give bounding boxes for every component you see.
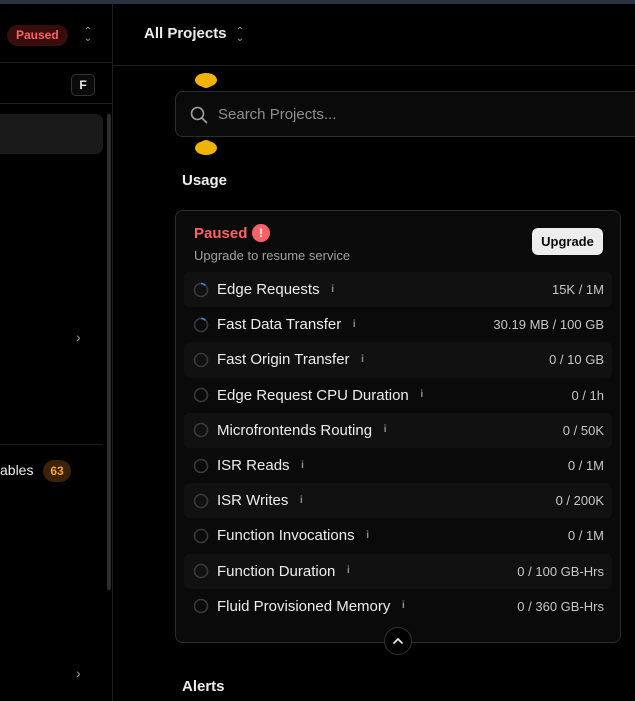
usage-metric-label: Microfrontends Routing [217, 421, 373, 439]
usage-metric-row[interactable]: ISR Writes i 0 / 200K [184, 483, 612, 519]
progress-ring-icon [193, 493, 209, 509]
usage-metric-value: 0 / 360 GB-Hrs [517, 598, 604, 614]
usage-metric-value: 0 / 1M [567, 528, 604, 544]
info-icon[interactable]: i [364, 530, 372, 541]
usage-metric-label: Fast Data Transfer [217, 316, 342, 334]
info-icon[interactable]: i [381, 425, 389, 435]
team-switcher-chevron-icon[interactable]: ⌃ ⌄ [82, 27, 94, 44]
shortcut-key: F [71, 74, 95, 96]
sidebar-divider [0, 103, 113, 104]
usage-metric-row[interactable]: Edge Request CPU Duration i 0 / 1h [184, 378, 612, 413]
status-title: Paused [194, 225, 248, 242]
usage-metric-value: 0 / 100 GB-Hrs [517, 563, 604, 579]
info-icon[interactable]: i [359, 354, 367, 365]
top-header: All Projects ⌃ ⌄ [113, 4, 635, 66]
usage-section-title: Usage [182, 172, 228, 189]
usage-metric-row[interactable]: Microfrontends Routing i 0 / 50K [184, 412, 612, 448]
progress-ring-icon [193, 458, 209, 473]
usage-metric-label: Edge Request CPU Duration [217, 386, 409, 404]
progress-ring-icon [193, 423, 209, 438]
usage-metric-label: Function Invocations [217, 527, 355, 545]
cursor-blob-icon [195, 140, 217, 155]
sidebar: Paused ⌃ ⌄ F › ables 63 › [0, 4, 113, 701]
usage-metric-label: ISR Reads [217, 457, 290, 475]
status-badge: Paused [7, 25, 68, 46]
usage-metric-label: Function Duration [217, 562, 336, 580]
usage-metric-row[interactable]: Fast Data Transfer i 30.19 MB / 100 GB [184, 307, 612, 342]
chevron-up-icon [393, 638, 403, 644]
search-input[interactable] [218, 92, 618, 136]
usage-metric-value: 0 / 1h [571, 387, 604, 403]
sidebar-divider [0, 444, 103, 445]
usage-metric-label: ISR Writes [217, 492, 289, 510]
progress-ring-icon [193, 352, 209, 368]
info-icon[interactable]: i [399, 601, 407, 611]
usage-metric-value: 0 / 200K [555, 493, 604, 509]
info-icon[interactable]: i [418, 390, 426, 400]
usage-metric-value: 0 / 50K [562, 422, 604, 438]
cursor-blob-icon [195, 73, 217, 88]
usage-metric-row[interactable]: Fast Origin Transfer i 0 / 10 GB [184, 342, 612, 378]
sidebar-scrollbar[interactable] [107, 114, 111, 590]
usage-metric-row[interactable]: Function Duration i 0 / 100 GB-Hrs [184, 553, 612, 589]
usage-metric-label: Fast Origin Transfer [217, 351, 350, 369]
info-icon[interactable]: i [329, 284, 337, 295]
usage-metric-value: 0 / 10 GB [549, 352, 604, 368]
progress-ring-icon [193, 317, 209, 333]
count-badge: 63 [43, 460, 71, 482]
sidebar-divider [0, 62, 113, 63]
info-icon[interactable]: i [297, 495, 305, 506]
usage-metric-value: 15K / 1M [551, 282, 604, 298]
usage-metric-label: Fluid Provisioned Memory [217, 597, 391, 615]
usage-metric-row[interactable]: Fluid Provisioned Memory i 0 / 360 GB-Hrs [184, 589, 612, 624]
upgrade-button[interactable]: Upgrade [532, 228, 603, 255]
status-subtitle: Upgrade to resume service [194, 248, 351, 263]
alert-icon: ! [252, 224, 270, 242]
progress-ring-icon [193, 282, 209, 297]
project-switcher-chevron-icon[interactable]: ⌃ ⌄ [234, 27, 246, 44]
info-icon[interactable]: i [344, 566, 352, 576]
sidebar-item-active[interactable] [0, 114, 103, 154]
chevron-right-icon[interactable]: › [76, 665, 81, 681]
usage-metric-row[interactable]: Function Invocations i 0 / 1M [184, 518, 612, 553]
collapse-button[interactable] [384, 627, 412, 655]
search-icon [190, 106, 208, 124]
usage-metrics-list: Edge Requests i 15K / 1M Fast Data Transfer… [184, 272, 612, 624]
usage-metric-value: 0 / 1M [567, 458, 604, 474]
info-icon[interactable]: i [299, 460, 307, 471]
progress-ring-icon [193, 598, 209, 614]
progress-ring-icon [193, 528, 209, 544]
search-box [175, 91, 635, 137]
usage-metric-row[interactable]: Edge Requests i 15K / 1M [184, 272, 612, 308]
usage-card: Paused ! Upgrade to resume service Upgra… [175, 210, 621, 655]
alerts-section-title: Alerts [182, 678, 225, 695]
info-icon[interactable]: i [350, 319, 358, 330]
sidebar-item-label[interactable]: ables [0, 462, 33, 478]
chevron-right-icon[interactable]: › [76, 329, 81, 345]
usage-metric-value: 30.19 MB / 100 GB [493, 317, 604, 333]
usage-metric-label: Edge Requests [217, 281, 320, 299]
usage-metric-row[interactable]: ISR Reads i 0 / 1M [184, 448, 612, 483]
progress-ring-icon [193, 387, 209, 403]
project-switcher[interactable]: All Projects [144, 25, 227, 42]
progress-ring-icon [193, 563, 209, 579]
